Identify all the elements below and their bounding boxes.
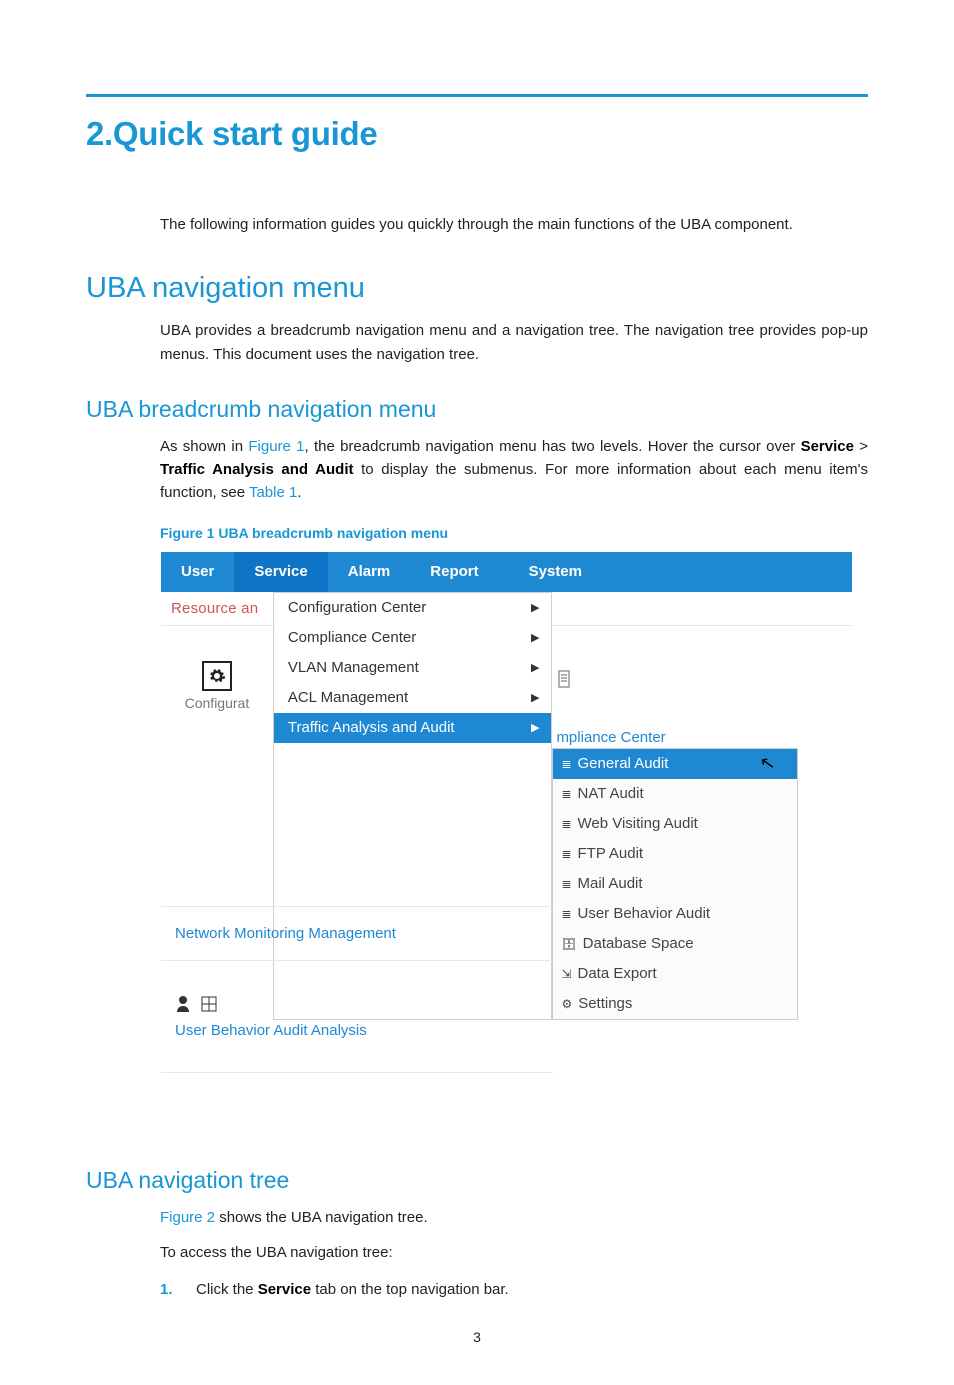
dd-label: ACL Management — [288, 689, 408, 706]
partial-compliance-text: mpliance Center — [556, 729, 665, 746]
list-icon: ≣ — [561, 847, 571, 861]
dd-config-center[interactable]: Configuration Center ▶ — [274, 593, 552, 623]
link-figure-1[interactable]: Figure 1 — [248, 438, 304, 455]
list-icon: ≣ — [561, 757, 571, 771]
txt: > — [854, 438, 868, 455]
cell-network-monitoring[interactable]: Network Monitoring Management — [161, 906, 553, 960]
sub2-p2: To access the UBA navigation tree: — [160, 1241, 868, 1264]
right-panel: mpliance Center ≣ General Audit ↖ ≣ NAT Aud… — [552, 592, 852, 1020]
txt: As shown in — [160, 438, 248, 455]
list-icon: ≣ — [561, 787, 571, 801]
sm-settings[interactable]: ⚙ Settings — [553, 989, 797, 1019]
menu-alarm[interactable]: Alarm — [328, 552, 411, 592]
gear-icon — [202, 661, 232, 691]
list-icon: ≣ — [561, 877, 571, 891]
sm-label: Web Visiting Audit — [578, 815, 698, 832]
bold-service: Service — [801, 438, 854, 455]
sm-web-visiting-audit[interactable]: ≣ Web Visiting Audit — [553, 809, 797, 839]
dd-label: Configuration Center — [288, 599, 426, 616]
sm-label: FTP Audit — [578, 845, 644, 862]
menu-report[interactable]: Report — [410, 552, 498, 592]
chevron-right-icon: ▶ — [531, 631, 539, 644]
sm-label: Settings — [578, 995, 632, 1012]
chevron-right-icon: ▶ — [531, 691, 539, 704]
database-icon: 🗄 — [561, 937, 576, 951]
chevron-right-icon: ▶ — [531, 721, 539, 734]
section1-para: UBA provides a breadcrumb navigation men… — [160, 319, 868, 366]
sm-label: User Behavior Audit — [578, 905, 711, 922]
sub2-p1: Figure 2 shows the UBA navigation tree. — [160, 1206, 868, 1229]
link-table-1[interactable]: Table 1 — [249, 484, 297, 501]
page-number: 3 — [86, 1329, 868, 1345]
txt: shows the UBA navigation tree. — [215, 1209, 428, 1226]
traffic-submenu: ≣ General Audit ↖ ≣ NAT Audit ≣ Web Visiting… — [552, 748, 798, 1020]
sm-mail-audit[interactable]: ≣ Mail Audit — [553, 869, 797, 899]
user-icon — [175, 994, 195, 1014]
dd-vlan-management[interactable]: VLAN Management ▶ — [274, 653, 552, 683]
intro-para: The following information guides you qui… — [160, 213, 868, 236]
dd-compliance-center[interactable]: Compliance Center ▶ — [274, 623, 552, 653]
sm-ftp-audit[interactable]: ≣ FTP Audit — [553, 839, 797, 869]
export-icon: ⇲ — [561, 967, 571, 981]
cell-label: User Behavior Audit Analysis — [175, 1022, 553, 1039]
section-uba-nav-menu: UBA navigation menu — [86, 272, 868, 305]
link-figure-2[interactable]: Figure 2 — [160, 1209, 215, 1226]
menu-service[interactable]: Service — [234, 552, 327, 592]
sub1-para: As shown in Figure 1, the breadcrumb nav… — [160, 435, 868, 505]
dd-label: Compliance Center — [288, 629, 416, 646]
sm-database-space[interactable]: 🗄 Database Space — [553, 929, 797, 959]
configurat-cell[interactable]: Configurat — [161, 626, 273, 746]
menubar: User Service Alarm Report System — [161, 552, 852, 592]
dd-acl-management[interactable]: ACL Management ▶ — [274, 683, 552, 713]
sm-label: Mail Audit — [578, 875, 643, 892]
sm-label: General Audit — [578, 755, 669, 772]
chapter-title: 2.Quick start guide — [86, 115, 868, 153]
sm-nat-audit[interactable]: ≣ NAT Audit — [553, 779, 797, 809]
subsection-breadcrumb: UBA breadcrumb navigation menu — [86, 396, 868, 423]
dd-traffic-analysis-audit[interactable]: Traffic Analysis and Audit ▶ — [274, 713, 552, 743]
sm-user-behavior-audit[interactable]: ≣ User Behavior Audit — [553, 899, 797, 929]
chevron-right-icon: ▶ — [531, 661, 539, 674]
sm-data-export[interactable]: ⇲ Data Export — [553, 959, 797, 989]
step-number: 1. — [160, 1278, 178, 1301]
subsection-nav-tree: UBA navigation tree — [86, 1167, 868, 1194]
sm-label: Database Space — [583, 935, 694, 952]
resource-label: Resource an — [171, 600, 258, 617]
configurat-label: Configurat — [185, 695, 250, 711]
dd-label: Traffic Analysis and Audit — [288, 719, 455, 736]
resource-cell[interactable]: Resource an — [161, 592, 273, 626]
doc-icon — [558, 670, 572, 690]
bold-service-2: Service — [258, 1281, 311, 1298]
txt: Click the — [196, 1281, 258, 1298]
grid-icon — [201, 996, 217, 1012]
step-1: 1. Click the Service tab on the top navi… — [160, 1278, 868, 1301]
cell-user-behavior-audit-analysis[interactable]: User Behavior Audit Analysis — [161, 960, 553, 1072]
figure-1: User Service Alarm Report System Resourc… — [160, 551, 853, 1127]
bold-traffic: Traffic Analysis and Audit — [160, 461, 353, 478]
sm-label: NAT Audit — [578, 785, 644, 802]
list-icon: ≣ — [561, 907, 571, 921]
figure-1-caption: Figure 1 UBA breadcrumb navigation menu — [160, 525, 868, 541]
gear-icon: ⚙ — [561, 997, 572, 1011]
sm-general-audit[interactable]: ≣ General Audit ↖ — [553, 749, 797, 779]
menu-system[interactable]: System — [499, 552, 602, 592]
cursor-icon: ↖ — [759, 751, 778, 774]
txt: . — [297, 484, 301, 501]
txt: tab on the top navigation bar. — [311, 1281, 509, 1298]
top-rule — [86, 94, 868, 97]
dd-label: VLAN Management — [288, 659, 419, 676]
sm-label: Data Export — [578, 965, 657, 982]
step-text: Click the Service tab on the top navigat… — [196, 1278, 509, 1301]
menu-user[interactable]: User — [161, 552, 234, 592]
list-icon: ≣ — [561, 817, 571, 831]
txt: , the breadcrumb navigation menu has two… — [305, 438, 801, 455]
chevron-right-icon: ▶ — [531, 601, 539, 614]
